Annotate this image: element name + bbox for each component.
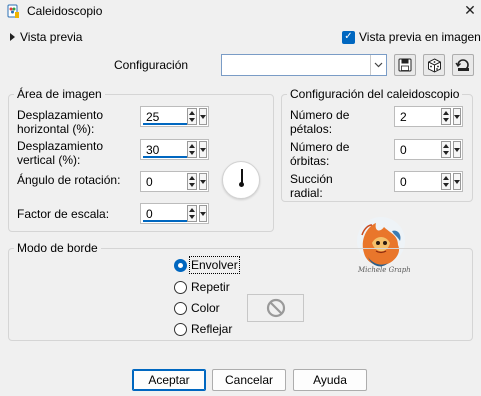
- v-offset-label-line1: Desplazamiento: [17, 139, 104, 153]
- h-offset-label: Desplazamiento horizontal (%):: [17, 108, 103, 136]
- radial-label-line2: radial:: [290, 186, 323, 200]
- config-select[interactable]: [221, 54, 387, 76]
- edge-mode-option-reflejar[interactable]: Reflejar: [174, 322, 232, 336]
- petals-dropdown[interactable]: [453, 108, 461, 125]
- v-offset-dropdown[interactable]: [199, 141, 207, 158]
- rotation-label: Ángulo de rotación:: [17, 173, 121, 187]
- rotation-dial-icon[interactable]: [222, 161, 260, 199]
- edge-mode-option-repetir[interactable]: Repetir: [174, 280, 230, 294]
- orbits-dropdown[interactable]: [453, 141, 461, 158]
- h-offset-arrows[interactable]: [187, 108, 197, 125]
- expand-triangle-icon: [10, 33, 15, 41]
- scale-underline: [143, 220, 187, 222]
- random-button[interactable]: [423, 54, 445, 76]
- reset-icon: [455, 59, 469, 71]
- check-icon: ✓: [342, 30, 355, 44]
- radial-label: Succión radial:: [290, 172, 333, 200]
- radial-dropdown[interactable]: [453, 173, 461, 190]
- ok-button[interactable]: Aceptar: [132, 369, 206, 391]
- config-label: Configuración: [114, 58, 189, 72]
- radio-selected-icon[interactable]: [174, 258, 187, 272]
- scale-spinner[interactable]: 0: [140, 203, 209, 224]
- preview-on-image-checkbox[interactable]: ✓ Vista previa en imagen: [342, 30, 481, 44]
- petals-arrows[interactable]: [441, 108, 451, 125]
- v-offset-arrows[interactable]: [187, 141, 197, 158]
- orbits-arrows[interactable]: [441, 141, 451, 158]
- edge-mode-label-envolver: Envolver: [189, 256, 240, 274]
- kaleido-title: Configuración del caleidoscopio: [287, 87, 463, 101]
- orbits-spinner[interactable]: 0: [394, 139, 463, 160]
- orbits-value[interactable]: 0: [400, 143, 407, 157]
- preview-toggle[interactable]: Vista previa: [10, 30, 82, 44]
- preview-on-image-label: Vista previa en imagen: [359, 30, 481, 44]
- petals-label-line1: Número de: [290, 108, 350, 122]
- rotation-arrows[interactable]: [187, 173, 197, 190]
- orbits-label: Número de órbitas:: [290, 140, 349, 168]
- dropdown-arrow-icon[interactable]: [370, 55, 386, 75]
- edge-mode-title: Modo de borde: [14, 241, 101, 255]
- h-offset-spinner[interactable]: 25: [140, 106, 209, 127]
- rotation-value[interactable]: 0: [146, 175, 153, 189]
- random-dice-icon: [427, 57, 441, 73]
- radial-arrows[interactable]: [441, 173, 451, 190]
- reset-button[interactable]: [452, 54, 474, 76]
- close-icon[interactable]: ✕: [462, 2, 478, 19]
- paint-app-icon: [7, 4, 19, 18]
- edge-mode-option-color[interactable]: Color: [174, 301, 220, 315]
- help-button[interactable]: Ayuda: [293, 369, 367, 391]
- h-offset-label-line2: horizontal (%):: [17, 122, 95, 136]
- petals-spinner[interactable]: 2: [394, 106, 463, 127]
- petals-label: Número de pétalos:: [290, 108, 349, 136]
- scale-arrows[interactable]: [187, 205, 197, 222]
- radio-icon[interactable]: [174, 280, 187, 294]
- edge-mode-label-reflejar: Reflejar: [191, 322, 233, 336]
- preview-toggle-label: Vista previa: [20, 30, 83, 44]
- v-offset-underline: [143, 156, 187, 158]
- radio-icon[interactable]: [174, 301, 187, 315]
- v-offset-label-line2: vertical (%):: [17, 153, 81, 167]
- radial-value[interactable]: 0: [400, 175, 407, 189]
- v-offset-value[interactable]: 30: [146, 143, 159, 157]
- radio-icon[interactable]: [174, 322, 187, 336]
- scale-dropdown[interactable]: [199, 205, 207, 222]
- petals-label-line2: pétalos:: [290, 122, 333, 136]
- edge-mode-label-repetir: Repetir: [191, 280, 230, 294]
- save-preset-button[interactable]: [394, 54, 416, 76]
- edge-color-swatch[interactable]: [247, 294, 304, 322]
- rotation-dropdown[interactable]: [199, 173, 207, 190]
- orbits-label-line1: Número de: [290, 140, 350, 154]
- no-color-icon: [266, 298, 285, 318]
- h-offset-label-line1: Desplazamiento: [17, 108, 104, 122]
- cancel-button[interactable]: Cancelar: [212, 369, 286, 391]
- h-offset-value[interactable]: 25: [146, 110, 159, 124]
- window-title: Caleidoscopio: [27, 4, 103, 18]
- edge-mode-group: [8, 248, 473, 341]
- h-offset-dropdown[interactable]: [199, 108, 207, 125]
- orbits-label-line2: órbitas:: [290, 154, 330, 168]
- radial-label-line1: Succión: [290, 172, 333, 186]
- rotation-spinner[interactable]: 0: [140, 171, 209, 192]
- scale-label: Factor de escala:: [17, 207, 110, 221]
- edge-mode-option-envolver[interactable]: Envolver: [174, 256, 240, 274]
- petals-value[interactable]: 2: [400, 110, 407, 124]
- v-offset-label: Desplazamiento vertical (%):: [17, 139, 103, 167]
- image-area-title: Área de imagen: [14, 87, 105, 101]
- h-offset-underline: [143, 123, 187, 125]
- radial-spinner[interactable]: 0: [394, 171, 463, 192]
- scale-value[interactable]: 0: [146, 207, 153, 221]
- save-icon: [398, 58, 412, 72]
- v-offset-spinner[interactable]: 30: [140, 139, 209, 160]
- edge-mode-label-color: Color: [191, 301, 220, 315]
